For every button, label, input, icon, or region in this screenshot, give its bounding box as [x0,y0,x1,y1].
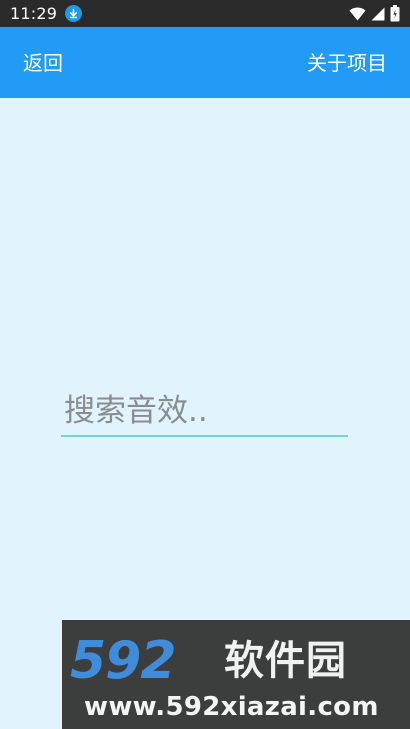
wifi-icon [349,6,366,21]
watermark-url: www.592xiazai.com [84,692,379,722]
app-bar: 返回 关于项目 [0,27,410,98]
status-bar: 11:29 [0,0,410,27]
status-icons [349,5,400,22]
search-input[interactable] [61,386,348,435]
search-field [61,386,348,437]
watermark: 592 软件园 www.592xiazai.com [62,620,410,729]
status-time: 11:29 [10,3,58,23]
watermark-brand: 软件园 [224,638,347,684]
back-button[interactable]: 返回 [23,49,63,77]
signal-icon [371,7,385,21]
download-icon [65,5,83,22]
search-underline [61,435,348,437]
battery-icon [390,5,400,22]
watermark-number: 592 [70,631,177,691]
about-project-button[interactable]: 关于项目 [307,49,387,77]
